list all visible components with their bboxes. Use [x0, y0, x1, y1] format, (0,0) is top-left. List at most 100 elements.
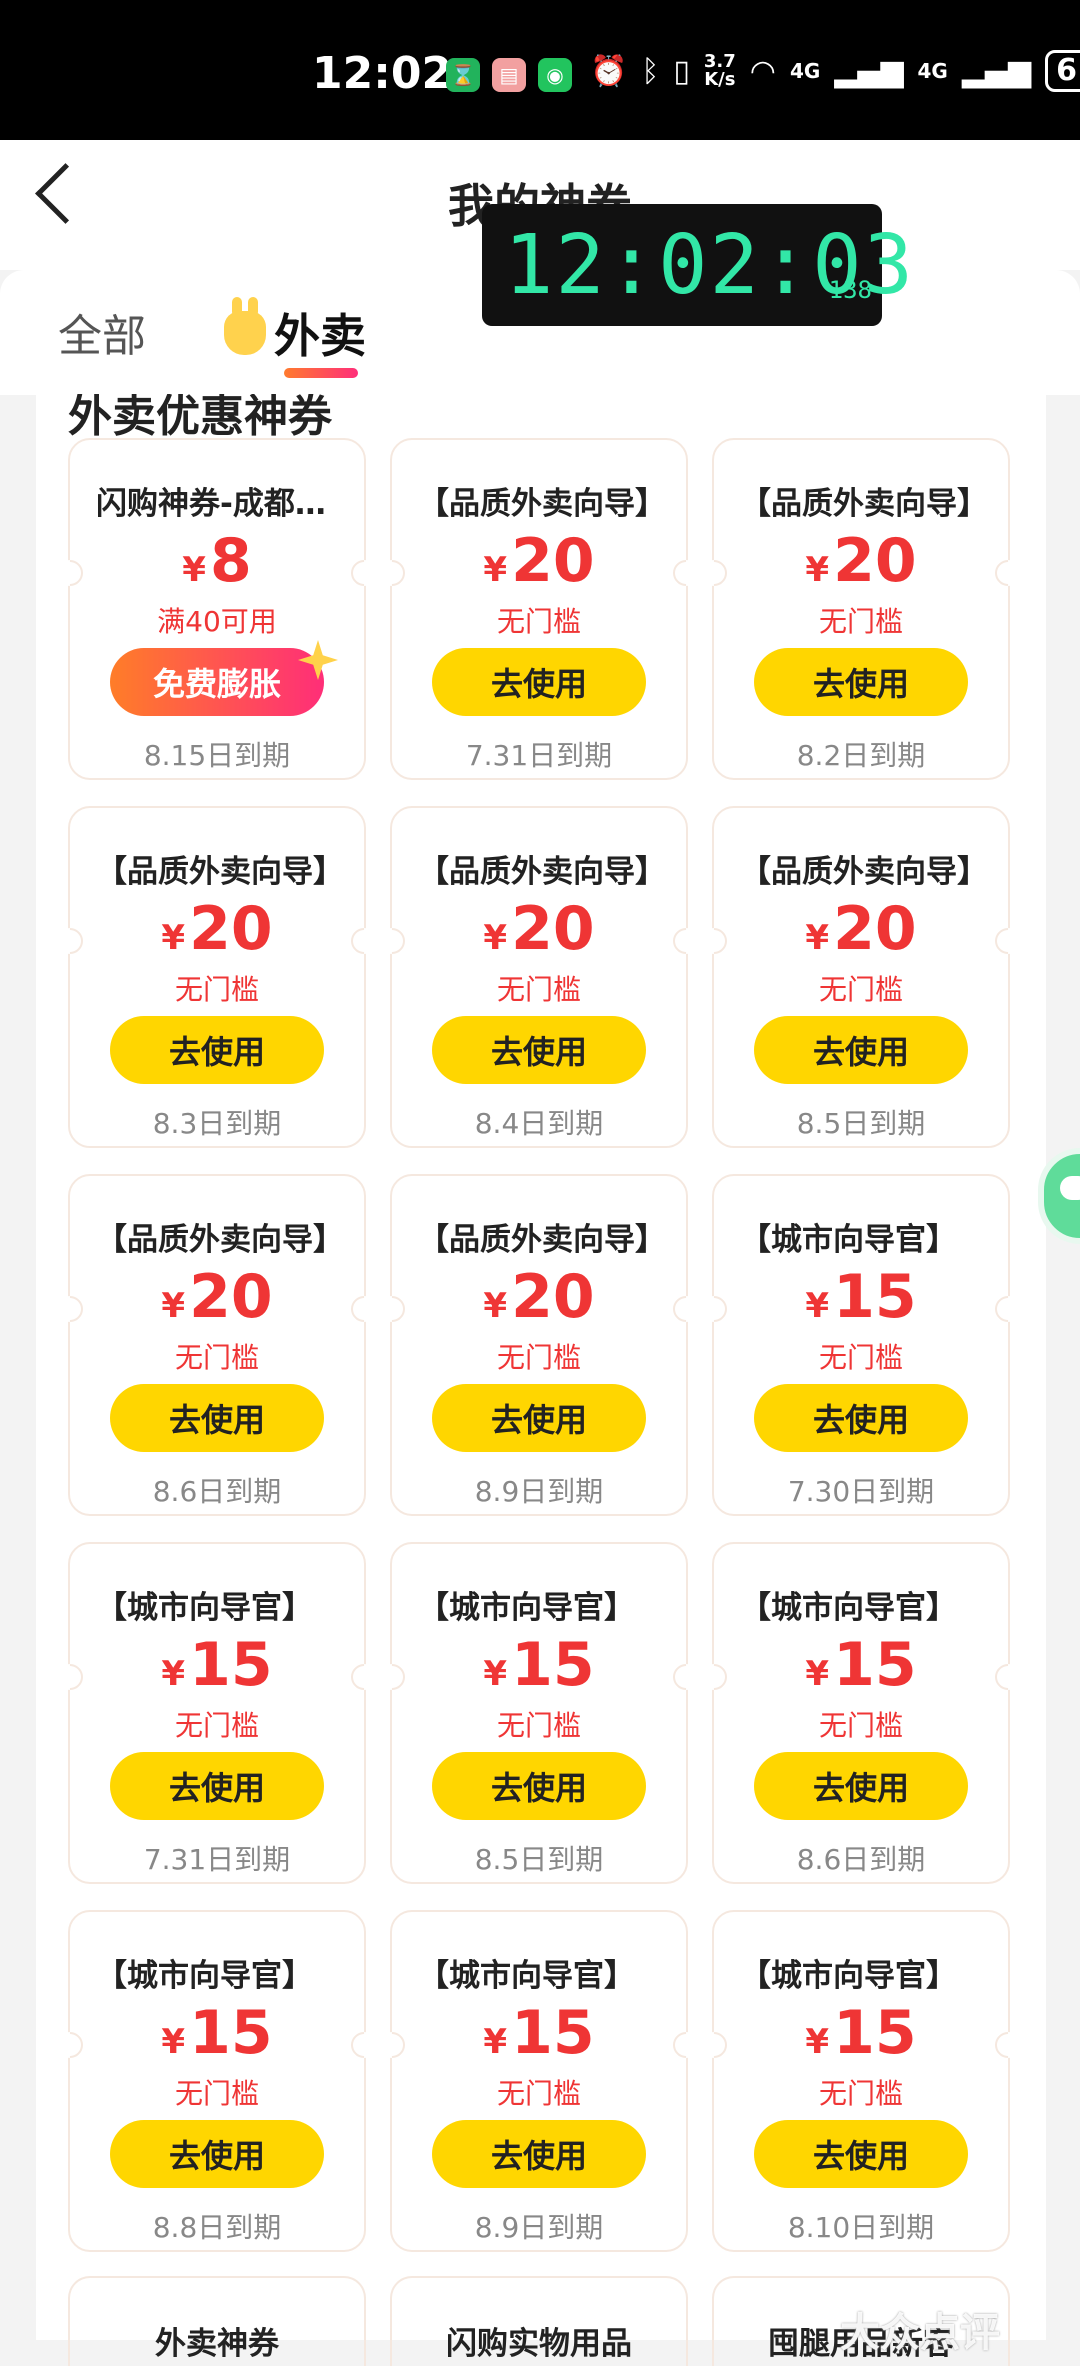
coupon-card[interactable]: 【品质外卖向导】 ¥20 无门槛 去使用 8.3日到期	[68, 806, 366, 1148]
currency-symbol: ¥	[161, 2022, 186, 2062]
coupon-card-partial[interactable]: 闪购实物用品	[390, 2276, 688, 2366]
coupon-card[interactable]: 【城市向导官】 ¥15 无门槛 去使用 8.9日到期	[390, 1910, 688, 2252]
coupon-amount: ¥20	[714, 526, 1008, 596]
coupon-value: 20	[189, 1262, 273, 1332]
coupon-card[interactable]: 【品质外卖向导】 ¥20 无门槛 去使用 8.9日到期	[390, 1174, 688, 1516]
coupon-card[interactable]: 【品质外卖向导】 ¥20 无门槛 去使用 8.6日到期	[68, 1174, 366, 1516]
coupon-value: 15	[833, 1262, 917, 1332]
coupon-amount: ¥20	[392, 526, 686, 596]
currency-symbol: ¥	[483, 2022, 508, 2062]
coupon-expiry: 8.4日到期	[474, 1107, 604, 1140]
coupon-title: 【品质外卖向导】	[96, 1222, 344, 1258]
wechat-icon: ◉	[538, 58, 572, 92]
active-tab-indicator	[284, 368, 358, 378]
battery-indicator: 61	[1045, 50, 1080, 92]
coupon-amount: ¥15	[70, 1998, 364, 2068]
coupon-title: 【城市向导官】	[96, 1958, 313, 1994]
watermark: 大众点评	[840, 2310, 1000, 2356]
currency-symbol: ¥	[483, 918, 508, 958]
coupon-card[interactable]: 【品质外卖向导】 ¥20 无门槛 去使用 8.5日到期	[712, 806, 1010, 1148]
coupon-amount: ¥20	[392, 1262, 686, 1332]
coupon-card[interactable]: 【品质外卖向导】 ¥20 无门槛去使用 7.31日到期	[390, 438, 688, 780]
coupon-condition: 无门槛	[174, 973, 259, 1006]
coupon-card[interactable]: 【城市向导官】 ¥15 无门槛 去使用 8.8日到期	[68, 1910, 366, 2252]
coupon-card[interactable]: 【城市向导官】 ¥15 无门槛 去使用 8.6日到期	[712, 1542, 1010, 1884]
coupon-condition: 无门槛	[818, 605, 903, 638]
overlay-clock-ms: 138	[828, 276, 872, 304]
coupon-value: 15	[189, 1998, 273, 2068]
coupon-value: 15	[511, 1998, 595, 2068]
tab-takeout-label: 外卖	[274, 309, 366, 363]
coupon-amount: ¥15	[392, 1630, 686, 1700]
coupon-expiry: 7.31日到期	[465, 739, 613, 772]
use-coupon-button[interactable]: 去使用	[754, 1016, 968, 1084]
use-coupon-button[interactable]: 去使用	[754, 1384, 968, 1452]
coupon-card[interactable]: 闪购神券-成都专享 ¥8 满40可用 免费膨胀 8.15日到期	[68, 438, 366, 780]
coupon-card[interactable]: 【城市向导官】 ¥15 无门槛 去使用 7.31日到期	[68, 1542, 366, 1884]
use-coupon-button[interactable]: 去使用	[432, 2120, 646, 2188]
signal-bars-icon: ▂▄▆	[834, 53, 904, 89]
coupon-title: 【品质外卖向导】	[740, 486, 988, 522]
coupon-expiry: 8.15日到期	[143, 739, 291, 772]
coupon-expiry: 7.31日到期	[143, 1843, 291, 1876]
coupon-condition: 无门槛	[496, 605, 581, 638]
coupon-condition: 无门槛	[818, 2077, 903, 2110]
coupon-card-partial[interactable]: 外卖神券	[68, 2276, 366, 2366]
coupon-card[interactable]: 【城市向导官】 ¥15 无门槛 去使用 8.10日到期	[712, 1910, 1010, 2252]
coupon-card[interactable]: 【城市向导官】 ¥15 无门槛 去使用 7.30日到期	[712, 1174, 1010, 1516]
coupon-amount: ¥15	[714, 1998, 1008, 2068]
bluetooth-icon: ᛒ	[641, 53, 660, 89]
status-time: 12:02	[312, 48, 453, 99]
tab-takeout[interactable]: 外卖	[224, 297, 366, 366]
coupon-card[interactable]: 【品质外卖向导】 ¥20 无门槛 去使用 8.4日到期	[390, 806, 688, 1148]
signal-bars-icon: ▂▄▆	[961, 53, 1032, 89]
use-coupon-button[interactable]: 去使用	[754, 1752, 968, 1820]
vibrate-icon: ▯	[673, 53, 690, 89]
status-app-icons: ⌛ ▤ ◉	[446, 58, 572, 92]
coupon-grid: 闪购神券-成都专享 ¥8 满40可用 免费膨胀 8.15日到期 【品质外卖向导】 ¥20 无门…	[68, 438, 1012, 2252]
coupon-value: 20	[833, 526, 917, 596]
coupon-condition: 无门槛	[496, 1709, 581, 1742]
coupon-title: 【城市向导官】	[418, 1958, 635, 1994]
wifi-icon: ◠	[749, 53, 776, 89]
coupon-amount: ¥20	[70, 894, 364, 964]
signal-label-1: 4G	[789, 59, 821, 83]
coupon-condition: 无门槛	[174, 1709, 259, 1742]
use-coupon-button[interactable]: 去使用	[432, 1384, 646, 1452]
use-coupon-button[interactable]: 去使用	[432, 1016, 646, 1084]
coupon-value: 20	[511, 526, 595, 596]
signal-label-2: 4G	[917, 59, 948, 83]
coupon-expiry: 8.5日到期	[474, 1843, 604, 1876]
rabbit-icon	[224, 297, 266, 355]
use-coupon-button[interactable]: 去使用	[110, 2120, 324, 2188]
coupon-value: 20	[833, 894, 917, 964]
currency-symbol: ¥	[161, 1654, 186, 1694]
use-coupon-button[interactable]: 去使用	[110, 1016, 324, 1084]
expand-coupon-button[interactable]: 免费膨胀	[110, 648, 324, 716]
use-coupon-button[interactable]: 去使用	[432, 1752, 646, 1820]
coupon-title: 闪购神券-成都专享	[96, 486, 346, 522]
currency-symbol: ¥	[483, 1654, 508, 1694]
coupon-title: 【品质外卖向导】	[418, 486, 666, 522]
book-app-icon: ▤	[492, 58, 526, 92]
use-coupon-button[interactable]: 去使用	[754, 2120, 968, 2188]
coupon-value: 20	[511, 894, 595, 964]
coupon-title: 【品质外卖向导】	[96, 854, 344, 890]
status-system-icons: ⏰ ᛒ ▯ 3.7 K/s ◠ 4G ▂▄▆ 4G ▂▄▆ 61	[590, 50, 1080, 92]
use-coupon-button[interactable]: 去使用	[754, 648, 968, 716]
coupon-expiry: 8.6日到期	[796, 1843, 926, 1876]
tab-all[interactable]: 全部	[58, 300, 146, 364]
coupon-amount: ¥20	[392, 894, 686, 964]
currency-symbol: ¥	[805, 1286, 830, 1326]
coupon-card[interactable]: 【城市向导官】 ¥15 无门槛 去使用 8.5日到期	[390, 1542, 688, 1884]
coupon-condition: 满40可用	[157, 605, 277, 638]
status-bar: 12:02 ⌛ ▤ ◉ ⏰ ᛒ ▯ 3.7 K/s ◠ 4G ▂▄▆ 4G ▂▄…	[0, 0, 1080, 140]
use-coupon-button[interactable]: 去使用	[110, 1752, 324, 1820]
coupon-title: 【城市向导官】	[740, 1590, 957, 1626]
use-coupon-button[interactable]: 去使用	[432, 648, 646, 716]
use-coupon-button[interactable]: 去使用	[110, 1384, 324, 1452]
coupon-condition: 无门槛	[818, 1709, 903, 1742]
coupon-card[interactable]: 【品质外卖向导】 ¥20 无门槛 去使用 8.2日到期	[712, 438, 1010, 780]
currency-symbol: ¥	[161, 918, 186, 958]
coupon-expiry: 7.30日到期	[787, 1475, 935, 1508]
